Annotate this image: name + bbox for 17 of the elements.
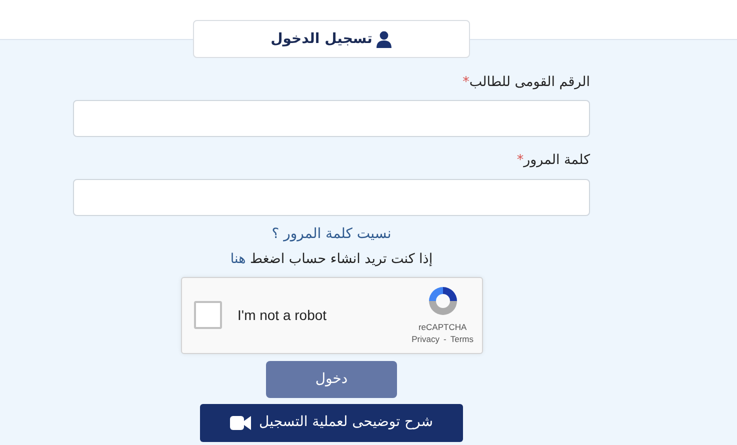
forgot-password-link[interactable]: نسيت كلمة المرور ؟ [272, 224, 392, 244]
terms-link[interactable]: Terms [450, 333, 474, 346]
recaptcha-logo-icon [426, 284, 459, 316]
video-camera-icon [230, 416, 251, 430]
privacy-link[interactable]: Privacy [412, 333, 440, 346]
video-tutorial-button[interactable]: شرح توضيحى لعملية التسجيل [200, 404, 463, 442]
user-icon [376, 30, 392, 48]
signup-text: إذا كنت تريد انشاء حساب اضغط هنا [230, 250, 433, 268]
captcha-checkbox[interactable] [194, 301, 222, 330]
signup-link[interactable]: هنا [230, 250, 246, 266]
captcha-brand: reCAPTCHA [418, 320, 467, 334]
field-label: كلمة المرور* [516, 151, 590, 170]
input-field[interactable] [73, 178, 590, 216]
input-field[interactable] [73, 100, 590, 138]
captcha-label: I'm not a robot [238, 306, 328, 325]
separator-text: - [444, 333, 446, 346]
field-label: الرقم القومى للطالب* [462, 73, 590, 92]
